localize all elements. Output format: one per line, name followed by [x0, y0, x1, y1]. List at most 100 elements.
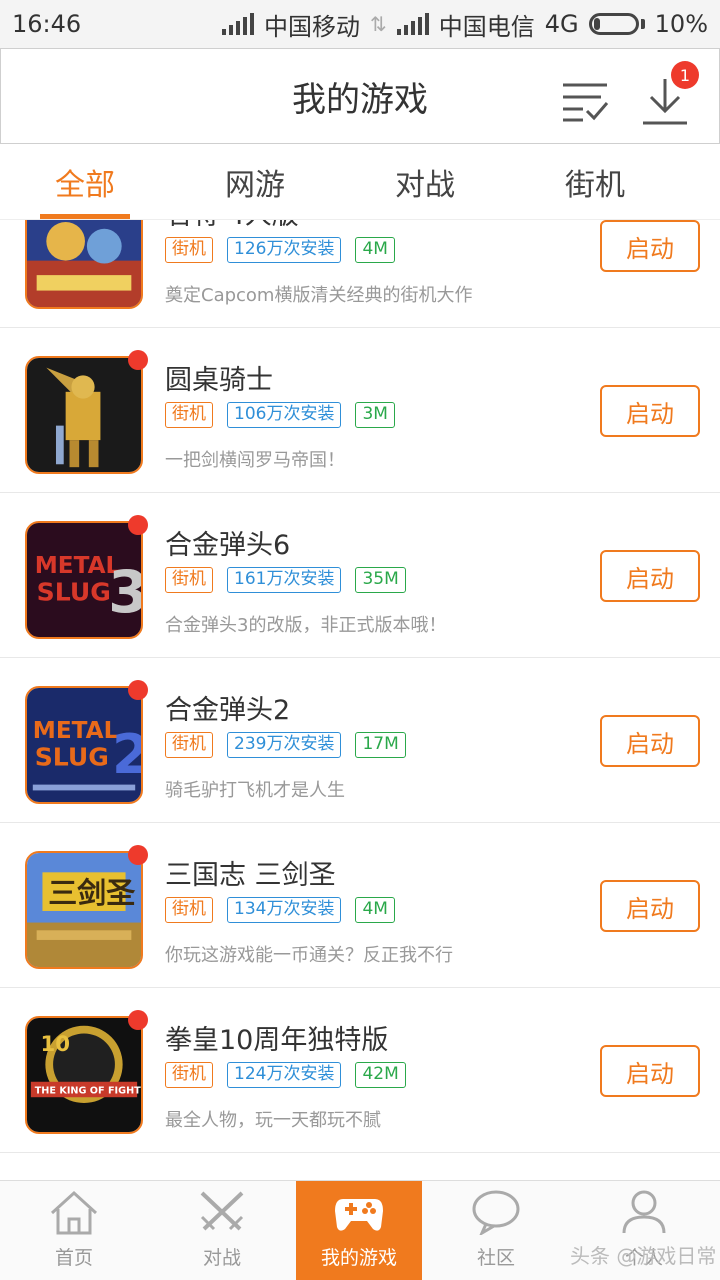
- game-tags: 街机 126万次安装 4M: [165, 237, 395, 263]
- nav-battle[interactable]: 对战: [148, 1181, 296, 1280]
- installs-tag: 124万次安装: [227, 1062, 342, 1088]
- person-icon: [622, 1190, 666, 1234]
- game-cover-image: [25, 356, 143, 474]
- status-time: 16:46: [12, 10, 82, 38]
- game-name: 圆桌骑士: [165, 365, 273, 396]
- game-cover-image: 三剑圣: [25, 851, 143, 969]
- data-transfer-icon: ⇅: [370, 12, 387, 36]
- carrier-2: 中国电信: [438, 12, 535, 41]
- new-indicator: [128, 515, 148, 535]
- svg-text:三剑圣: 三剑圣: [48, 876, 136, 910]
- size-tag: 4M: [355, 237, 395, 263]
- new-indicator: [128, 845, 148, 865]
- svg-text:3: 3: [108, 558, 141, 626]
- installs-tag: 134万次安装: [227, 897, 342, 923]
- game-tags: 街机 134万次安装 4M: [165, 897, 395, 923]
- game-cover-image: METALSLUG3: [25, 521, 143, 639]
- type-tag: 街机: [165, 237, 213, 263]
- game-description: 骑毛驴打飞机才是人生: [165, 780, 345, 801]
- game-cover-image: [25, 220, 143, 309]
- game-description: 一把剑横闯罗马帝国！: [165, 450, 345, 471]
- gamepad-icon: [335, 1199, 383, 1231]
- svg-text:SLUG: SLUG: [37, 577, 111, 606]
- nav-home-label: 首页: [54, 1247, 93, 1269]
- signal-icon: [396, 13, 429, 35]
- new-indicator: [128, 1010, 148, 1030]
- list-item[interactable]: 圆桌骑士 街机 106万次安装 3M 一把剑横闯罗马帝国！ 启动: [0, 328, 720, 493]
- game-cover-image: METALSLUG2: [25, 686, 143, 804]
- size-tag: 17M: [355, 732, 406, 758]
- type-tag: 街机: [165, 402, 213, 428]
- carrier-1: 中国移动: [264, 12, 361, 41]
- list-item[interactable]: 三剑圣 三国志 三剑圣 街机 134万次安装 4M 你玩这游戏能一币通关？反正我…: [0, 823, 720, 988]
- launch-button[interactable]: 启动: [600, 385, 700, 437]
- tab-online[interactable]: 网游: [170, 144, 340, 219]
- launch-button[interactable]: 启动: [600, 715, 700, 767]
- game-name: 拳皇10周年独特版: [165, 1025, 389, 1056]
- watermark: 头条 @游戏日常: [570, 1244, 717, 1268]
- installs-tag: 106万次安装: [227, 402, 342, 428]
- download-count-badge: 1: [671, 61, 699, 89]
- game-list[interactable]: 名将 4人版 街机 126万次安装 4M 奠定Capcom横版清关经典的街机大作…: [0, 220, 720, 1180]
- tab-all[interactable]: 全部: [0, 144, 170, 219]
- game-cover-image: 10 THE KING OF FIGHTERS: [25, 1016, 143, 1134]
- type-tag: 街机: [165, 1062, 213, 1088]
- svg-text:10: 10: [41, 1032, 71, 1057]
- app-header: 我的游戏 1: [0, 48, 720, 144]
- game-description: 奠定Capcom横版清关经典的街机大作: [165, 285, 473, 306]
- type-tag: 街机: [165, 732, 213, 758]
- battery-level: 10%: [654, 10, 708, 38]
- nav-my-games-label: 我的游戏: [320, 1247, 397, 1269]
- game-name: 合金弹头2: [165, 695, 291, 726]
- size-tag: 4M: [355, 897, 395, 923]
- status-indicators: 中国移动 ⇅ 中国电信 4G 10%: [222, 7, 708, 42]
- installs-tag: 239万次安装: [227, 732, 342, 758]
- network-type: 4G: [544, 10, 579, 38]
- launch-button[interactable]: 启动: [600, 220, 700, 272]
- type-tag: 街机: [165, 897, 213, 923]
- signal-icon: [222, 13, 255, 35]
- manage-list-icon[interactable]: [561, 79, 609, 123]
- list-item[interactable]: METALSLUG3 合金弹头6 街机 161万次安装 35M 合金弹头3的改版…: [0, 493, 720, 658]
- game-description: 你玩这游戏能一币通关？反正我不行: [165, 945, 453, 966]
- nav-battle-label: 对战: [202, 1247, 241, 1269]
- game-name: 三国志 三剑圣: [165, 860, 336, 891]
- home-icon: [50, 1190, 98, 1235]
- tab-arcade[interactable]: 街机: [510, 144, 680, 219]
- svg-text:2: 2: [112, 723, 141, 786]
- launch-button[interactable]: 启动: [600, 1045, 700, 1097]
- installs-tag: 161万次安装: [227, 567, 342, 593]
- game-name: 合金弹头6: [165, 530, 291, 561]
- game-tags: 街机 239万次安装 17M: [165, 732, 406, 758]
- game-description: 最全人物，玩一天都玩不腻: [165, 1110, 381, 1131]
- type-tag: 街机: [165, 567, 213, 593]
- nav-my-games[interactable]: 我的游戏: [296, 1181, 422, 1280]
- nav-community-label: 社区: [476, 1247, 515, 1269]
- launch-button[interactable]: 启动: [600, 550, 700, 602]
- game-description: 合金弹头3的改版，非正式版本哦！: [165, 615, 447, 636]
- size-tag: 3M: [355, 402, 395, 428]
- list-item[interactable]: 10 THE KING OF FIGHTERS 拳皇10周年独特版 街机 124万…: [0, 988, 720, 1153]
- size-tag: 42M: [355, 1062, 406, 1088]
- new-indicator: [128, 680, 148, 700]
- nav-community[interactable]: 社区: [422, 1181, 570, 1280]
- tab-battle[interactable]: 对战: [340, 144, 510, 219]
- game-tags: 街机 161万次安装 35M: [165, 567, 406, 593]
- svg-text:SLUG: SLUG: [35, 742, 109, 771]
- launch-button[interactable]: 启动: [600, 880, 700, 932]
- installs-tag: 126万次安装: [227, 237, 342, 263]
- crossed-swords-icon: [200, 1191, 244, 1231]
- svg-text:THE KING OF FIGHTERS: THE KING OF FIGHTERS: [35, 1085, 141, 1096]
- list-item[interactable]: 名将 4人版 街机 126万次安装 4M 奠定Capcom横版清关经典的街机大作…: [0, 220, 720, 328]
- chat-bubble-icon: [472, 1190, 520, 1235]
- status-bar: 16:46 中国移动 ⇅ 中国电信 4G 10%: [0, 0, 720, 48]
- list-item[interactable]: METALSLUG2 合金弹头2 街机 239万次安装 17M 骑毛驴打飞机才是…: [0, 658, 720, 823]
- game-name: 名将 4人版: [165, 220, 299, 232]
- game-tags: 街机 124万次安装 42M: [165, 1062, 406, 1088]
- game-tags: 街机 106万次安装 3M: [165, 402, 395, 428]
- svg-text:METAL: METAL: [33, 717, 119, 744]
- size-tag: 35M: [355, 567, 406, 593]
- new-indicator: [128, 350, 148, 370]
- nav-home[interactable]: 首页: [0, 1181, 148, 1280]
- page-title: 我的游戏: [292, 79, 428, 120]
